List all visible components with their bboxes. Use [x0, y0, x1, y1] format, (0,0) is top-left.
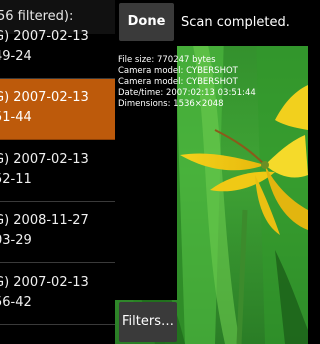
- dimensions: Dimensions: 1536×2048: [118, 99, 224, 109]
- list-item[interactable]: G) 2007-02-13 49-24: [0, 18, 115, 79]
- done-button[interactable]: Done: [119, 3, 174, 41]
- list-item-date: G) 2007-02-13: [0, 90, 89, 105]
- filters-button[interactable]: Filters…: [119, 302, 177, 342]
- list-item-date: G) 2007-02-13: [0, 29, 89, 44]
- list-item-time: 49-24: [0, 49, 32, 64]
- list-item-date: G) 2008-11-27: [0, 213, 89, 228]
- list-item[interactable]: G) 2007-02-13 56-42: [0, 264, 115, 325]
- list-item-selected[interactable]: G) 2007-02-13 51-44: [0, 79, 115, 140]
- list-item-time: 51-44: [0, 110, 32, 125]
- list-item-time: 03-29: [0, 233, 32, 248]
- status-text: Scan completed.: [181, 15, 290, 30]
- list-item[interactable]: G) 2008-11-27 03-29: [0, 202, 115, 263]
- file-size: File size: 770247 bytes: [118, 55, 216, 65]
- list-item-date: G) 2007-02-13: [0, 152, 89, 167]
- list-item-time: 52-11: [0, 172, 32, 187]
- file-list[interactable]: 56 filtered): G) 2007-02-13 49-24 G) 200…: [0, 0, 115, 344]
- exif-info: File size: 770247 bytes Camera model: CY…: [118, 55, 256, 110]
- camera-model: Camera model: CYBERSHOT: [118, 77, 238, 87]
- list-item[interactable]: G) 2007-02-13 52-11: [0, 141, 115, 202]
- list-item-date: G) 2007-02-13: [0, 275, 89, 290]
- camera-model: Camera model: CYBERSHOT: [118, 66, 238, 76]
- list-item-time: 56-42: [0, 295, 32, 310]
- date-time: Date/time: 2007:02:13 03:51:44: [118, 88, 256, 98]
